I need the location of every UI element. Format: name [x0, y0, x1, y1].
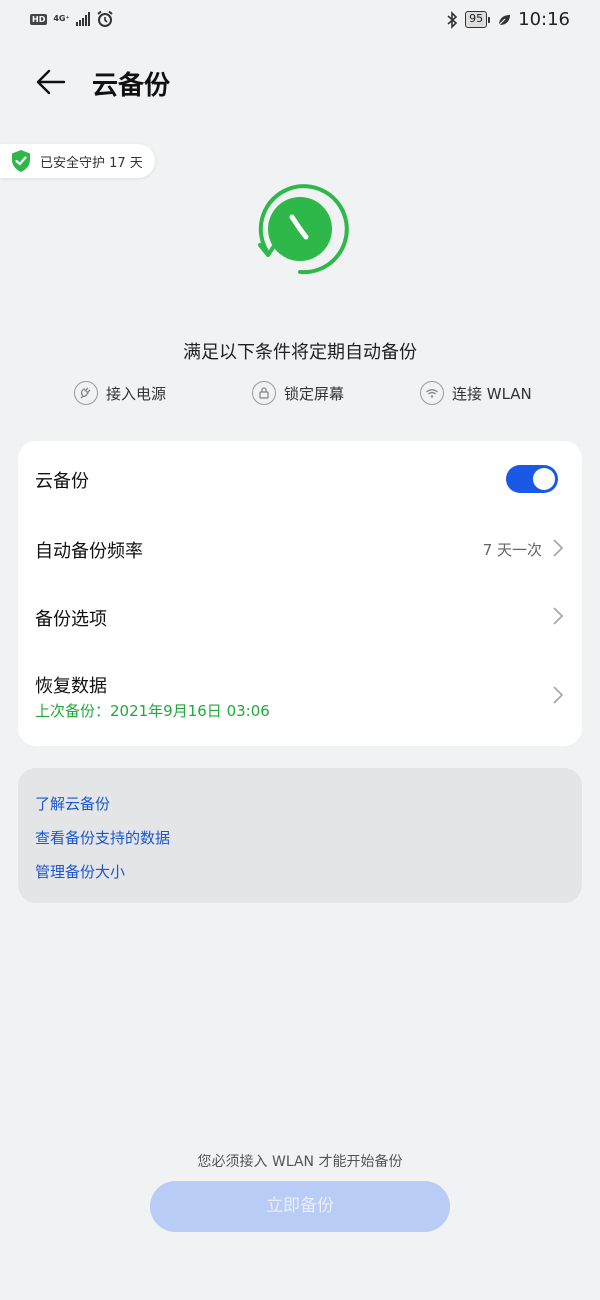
- link-supported-data[interactable]: 查看备份支持的数据: [35, 827, 170, 848]
- battery-icon: 95: [465, 11, 491, 28]
- backup-frequency-row[interactable]: 自动备份频率 7 天一次: [18, 517, 582, 585]
- last-backup-time: 上次备份：2021年9月16日 03:06: [35, 702, 270, 720]
- condition-label: 锁定屏幕: [284, 384, 345, 403]
- protection-badge: 已安全守护 17 天: [0, 144, 155, 178]
- frequency-label: 自动备份频率: [35, 541, 143, 562]
- status-right: 95 10:16: [446, 9, 570, 30]
- app-header: 云备份: [0, 55, 600, 111]
- wifi-icon: [420, 381, 444, 405]
- frequency-value: 7 天一次: [482, 541, 542, 559]
- bluetooth-icon: [447, 10, 458, 29]
- link-learn-cloud-backup[interactable]: 了解云备份: [35, 793, 110, 814]
- condition-label: 接入电源: [106, 384, 167, 403]
- plug-icon: [74, 381, 98, 405]
- cloud-backup-toggle[interactable]: [506, 465, 558, 493]
- condition-power: 接入电源: [74, 381, 166, 405]
- leaf-icon: [498, 14, 511, 25]
- status-left: HD 4G⁺: [30, 10, 114, 28]
- backup-options-row[interactable]: 备份选项: [18, 585, 582, 653]
- restore-label: 恢复数据: [35, 676, 107, 697]
- alarm-icon: [97, 10, 113, 27]
- lock-icon: [252, 381, 276, 405]
- conditions-title: 满足以下条件将定期自动备份: [183, 342, 417, 363]
- backup-clock-icon: [246, 175, 354, 283]
- wlan-required-notice: 您必须接入 WLAN 才能开始备份: [197, 1154, 403, 1170]
- signal-icon: [75, 12, 90, 26]
- options-label: 备份选项: [35, 609, 107, 630]
- condition-lock: 锁定屏幕: [252, 381, 344, 405]
- condition-label: 连接 WLAN: [452, 384, 532, 403]
- chevron-right-icon: [553, 607, 564, 625]
- hd-badge: HD: [30, 13, 48, 25]
- page-title: 云备份: [92, 71, 171, 101]
- condition-wlan: 连接 WLAN: [420, 381, 532, 405]
- backup-conditions: 接入电源 锁定屏幕 连接 WLAN: [74, 381, 544, 409]
- chevron-right-icon: [553, 686, 564, 704]
- back-arrow-icon: [36, 69, 66, 95]
- backup-now-button[interactable]: 立即备份: [150, 1181, 450, 1232]
- chevron-right-icon: [553, 539, 564, 557]
- network-type: 4G⁺: [53, 14, 70, 23]
- settings-card: 云备份 自动备份频率 7 天一次 备份选项 恢复数据 上次备份：2021年9月1…: [18, 441, 582, 746]
- help-links-card: 了解云备份 查看备份支持的数据 管理备份大小: [18, 768, 582, 903]
- cloud-backup-row: 云备份: [18, 441, 582, 517]
- link-manage-backup-size[interactable]: 管理备份大小: [35, 861, 125, 882]
- cloud-backup-label: 云备份: [35, 471, 89, 492]
- protection-label: 已安全守护 17 天: [40, 155, 143, 171]
- restore-data-row[interactable]: 恢复数据 上次备份：2021年9月16日 03:06: [18, 653, 582, 746]
- battery-level: 95: [465, 11, 488, 28]
- status-bar: HD 4G⁺ 95 10:16: [0, 0, 600, 42]
- clock-time: 10:16: [518, 9, 570, 30]
- shield-check-icon: [12, 150, 30, 172]
- back-button[interactable]: [34, 65, 68, 99]
